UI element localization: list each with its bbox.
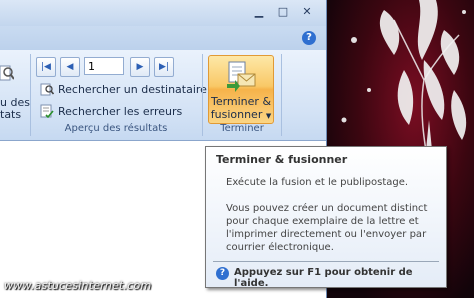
tooltip-detail-line1: Vous pouvez créer un document distinct	[226, 203, 428, 214]
find-recipient-icon	[40, 83, 54, 96]
finish-merge-tooltip: Terminer & fusionner Exécute la fusion e…	[205, 146, 447, 289]
finish-group-label: Terminer	[220, 123, 264, 134]
finish-merge-label: Terminer & fusionner ▼	[209, 95, 273, 123]
finish-merge-label-line2: fusionner	[210, 108, 263, 121]
first-record-button[interactable]: |◀	[36, 57, 56, 77]
tooltip-title: Terminer & fusionner	[216, 153, 348, 166]
last-record-button[interactable]: ▶|	[154, 57, 174, 77]
finish-merge-icon	[227, 61, 256, 92]
find-recipient-button[interactable]: Rechercher un destinataire	[58, 83, 207, 96]
ribbon: u des tats |◀ ◀ 1 ▶ ▶| Rechercher un des…	[0, 50, 326, 141]
dropdown-arrow-icon: ▼	[265, 112, 272, 120]
check-errors-icon	[40, 104, 54, 118]
next-record-button[interactable]: ▶	[130, 57, 150, 77]
tooltip-help-text: Appuyez sur F1 pour obtenir de l'aide.	[234, 267, 413, 289]
finish-merge-label-line1: Terminer &	[210, 95, 272, 108]
watermark: www.astucesinternet.com	[4, 279, 152, 292]
tooltip-detail-line3: l'imprimer directement ou l'envoyer par	[226, 229, 427, 240]
preview-results-icon[interactable]	[0, 64, 14, 86]
record-number-input[interactable]: 1	[84, 57, 124, 75]
check-errors-button[interactable]: Rechercher les erreurs	[58, 105, 182, 118]
previous-record-button[interactable]: ◀	[60, 57, 80, 77]
minimize-button[interactable]: ▁	[248, 4, 270, 20]
ribbon-tab-bar: ?	[0, 26, 326, 50]
finish-and-merge-button[interactable]: Terminer & fusionner ▼	[208, 55, 274, 124]
tooltip-detail-line4: courrier électronique.	[226, 242, 334, 253]
preview-results-label-line2: tats	[0, 108, 22, 121]
tooltip-detail-line2: pour chaque exemplaire de la lettre et	[226, 216, 419, 227]
title-bar: ▁ □ ✕	[0, 0, 326, 26]
help-icon: ?	[216, 267, 229, 280]
preview-results-group-label: Aperçu des résultats	[64, 123, 168, 134]
group-separator	[281, 54, 282, 136]
tooltip-separator	[213, 261, 439, 262]
help-icon[interactable]: ?	[302, 31, 316, 45]
maximize-button[interactable]: □	[272, 4, 294, 20]
tooltip-description: Exécute la fusion et le publipostage.	[226, 177, 409, 188]
close-button[interactable]: ✕	[296, 4, 318, 20]
